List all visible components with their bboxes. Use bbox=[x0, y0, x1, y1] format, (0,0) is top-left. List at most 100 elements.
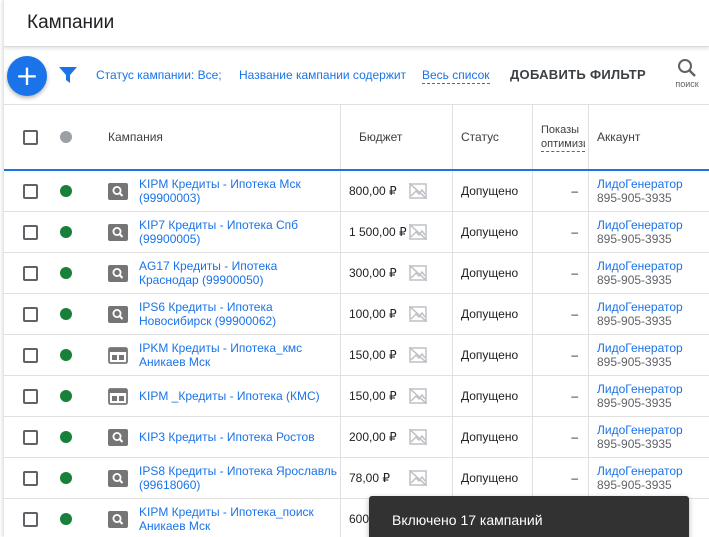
budget-value[interactable]: 800,00 ₽ bbox=[349, 184, 407, 198]
shows-value: – bbox=[571, 471, 578, 485]
account-id: 895-905-3935 bbox=[597, 396, 672, 410]
display-campaign-icon bbox=[108, 387, 128, 405]
shows-value: – bbox=[571, 266, 578, 280]
campaigns-page: Кампании + Статус кампании: Все; Названи… bbox=[4, 0, 709, 537]
campaign-type bbox=[108, 376, 132, 416]
row-checkbox[interactable] bbox=[23, 470, 38, 486]
no-image-icon bbox=[409, 470, 427, 486]
status-text: Допущено bbox=[461, 348, 519, 362]
table-row: KIPM Кредиты - Ипотека Мск (99900003) 80… bbox=[4, 171, 709, 212]
campaign-name-link[interactable]: KIP7 Кредиты - Ипотека Спб (99900005) bbox=[139, 218, 339, 246]
shows-value: – bbox=[571, 348, 578, 362]
enabled-status-dot[interactable] bbox=[60, 349, 72, 361]
status-text: Допущено bbox=[461, 266, 519, 280]
status-text: Допущено bbox=[461, 430, 519, 444]
status-dot-header[interactable] bbox=[60, 131, 72, 143]
account-name-link[interactable]: ЛидоГенератор bbox=[597, 423, 683, 437]
campaign-type bbox=[108, 294, 132, 334]
row-checkbox[interactable] bbox=[23, 388, 38, 404]
status-text: Допущено bbox=[461, 225, 519, 239]
enabled-status-dot[interactable] bbox=[60, 390, 72, 402]
budget-value[interactable]: 150,00 ₽ bbox=[349, 348, 407, 362]
account-id: 895-905-3935 bbox=[597, 232, 672, 246]
account-name-link[interactable]: ЛидоГенератор bbox=[597, 177, 683, 191]
campaign-name-link[interactable]: KIPM _Кредиты - Ипотека (КМС) bbox=[139, 389, 320, 403]
campaign-type bbox=[108, 458, 132, 498]
campaigns-table: Кампания Бюджет Статус Показы оптимизиро… bbox=[4, 104, 709, 537]
campaign-type bbox=[108, 417, 132, 457]
column-shows[interactable]: Показы оптимизированные bbox=[532, 105, 588, 169]
status-text: Допущено bbox=[461, 471, 519, 485]
account-id: 895-905-3935 bbox=[597, 355, 672, 369]
search-button[interactable]: поиск bbox=[665, 58, 709, 98]
toast-notification: Включено 17 кампаний bbox=[369, 496, 689, 537]
funnel-icon[interactable] bbox=[59, 67, 77, 83]
enabled-status-dot[interactable] bbox=[60, 226, 72, 238]
enabled-status-dot[interactable] bbox=[60, 185, 72, 197]
row-checkbox[interactable] bbox=[23, 306, 38, 322]
row-checkbox[interactable] bbox=[23, 224, 38, 240]
campaign-type bbox=[108, 171, 132, 211]
budget-value[interactable]: 100,00 ₽ bbox=[349, 307, 407, 321]
status-text: Допущено bbox=[461, 184, 519, 198]
account-name-link[interactable]: ЛидоГенератор bbox=[597, 464, 683, 478]
add-campaign-button[interactable]: + bbox=[7, 56, 47, 96]
account-id: 895-905-3935 bbox=[597, 437, 672, 451]
column-account[interactable]: Аккаунт bbox=[597, 130, 640, 144]
enabled-status-dot[interactable] bbox=[60, 431, 72, 443]
campaign-type bbox=[108, 499, 132, 537]
campaign-type bbox=[108, 335, 132, 375]
column-budget[interactable]: Бюджет bbox=[359, 130, 402, 144]
table-row: IPS8 Кредиты - Ипотека Ярославль (996180… bbox=[4, 458, 709, 499]
row-checkbox[interactable] bbox=[23, 183, 38, 199]
campaign-name-link[interactable]: KIPM Кредиты - Ипотека_поиск Аникаев Мск bbox=[139, 505, 339, 533]
enabled-status-dot[interactable] bbox=[60, 513, 72, 525]
filter-chip-name[interactable]: Название кампании содержит bbox=[239, 68, 411, 82]
enabled-status-dot[interactable] bbox=[60, 267, 72, 279]
budget-value[interactable]: 300,00 ₽ bbox=[349, 266, 407, 280]
row-checkbox[interactable] bbox=[23, 511, 38, 527]
row-checkbox[interactable] bbox=[23, 265, 38, 281]
no-image-icon bbox=[409, 183, 427, 199]
budget-value[interactable]: 1 500,00 ₽ bbox=[349, 225, 407, 239]
filter-bar: + Статус кампании: Все; Название кампани… bbox=[4, 48, 709, 104]
table-row: KIP3 Кредиты - Ипотека Ростов 200,00 ₽ Д… bbox=[4, 417, 709, 458]
account-name-link[interactable]: ЛидоГенератор bbox=[597, 300, 683, 314]
campaign-name-link[interactable]: AG17 Кредиты - Ипотека Краснодар (999000… bbox=[139, 259, 339, 287]
plus-icon: + bbox=[15, 59, 39, 92]
budget-value[interactable]: 150,00 ₽ bbox=[349, 389, 407, 403]
campaign-name-link[interactable]: KIPM Кредиты - Ипотека Мск (99900003) bbox=[139, 177, 339, 205]
campaign-name-link[interactable]: KIP3 Кредиты - Ипотека Ростов bbox=[139, 430, 315, 444]
budget-value[interactable]: 200,00 ₽ bbox=[349, 430, 407, 444]
row-checkbox[interactable] bbox=[23, 347, 38, 363]
enabled-status-dot[interactable] bbox=[60, 472, 72, 484]
account-name-link[interactable]: ЛидоГенератор bbox=[597, 341, 683, 355]
display-campaign-icon bbox=[108, 346, 128, 364]
add-filter-button[interactable]: ДОБАВИТЬ ФИЛЬТР bbox=[510, 67, 646, 82]
shows-value: – bbox=[571, 184, 578, 198]
search-label: поиск bbox=[675, 79, 699, 89]
budget-value[interactable]: 78,00 ₽ bbox=[349, 471, 407, 485]
account-name-link[interactable]: ЛидоГенератор bbox=[597, 218, 683, 232]
campaign-name-link[interactable]: IPS8 Кредиты - Ипотека Ярославль (996180… bbox=[139, 464, 339, 492]
campaign-name-link[interactable]: IPS6 Кредиты - Ипотека Новосибирск (9990… bbox=[139, 300, 339, 328]
search-campaign-icon bbox=[108, 305, 128, 323]
shows-value: – bbox=[571, 389, 578, 403]
account-name-link[interactable]: ЛидоГенератор bbox=[597, 382, 683, 396]
search-campaign-icon bbox=[108, 510, 128, 528]
no-image-icon bbox=[409, 265, 427, 281]
title-bar: Кампании bbox=[4, 0, 709, 47]
search-campaign-icon bbox=[108, 469, 128, 487]
filter-chip-list[interactable]: Весь список bbox=[422, 68, 490, 84]
filter-chip-status[interactable]: Статус кампании: Все; bbox=[96, 68, 222, 82]
column-campaign[interactable]: Кампания bbox=[108, 130, 163, 144]
campaign-name-link[interactable]: IPKM Кредиты - Ипотека_кмс Аникаев Мск bbox=[139, 341, 339, 369]
search-campaign-icon bbox=[108, 182, 128, 200]
row-checkbox[interactable] bbox=[23, 429, 38, 445]
page-title: Кампании bbox=[27, 12, 115, 33]
select-all-checkbox[interactable] bbox=[23, 129, 38, 145]
account-name-link[interactable]: ЛидоГенератор bbox=[597, 259, 683, 273]
column-status[interactable]: Статус bbox=[461, 130, 499, 144]
enabled-status-dot[interactable] bbox=[60, 308, 72, 320]
search-campaign-icon bbox=[108, 264, 128, 282]
